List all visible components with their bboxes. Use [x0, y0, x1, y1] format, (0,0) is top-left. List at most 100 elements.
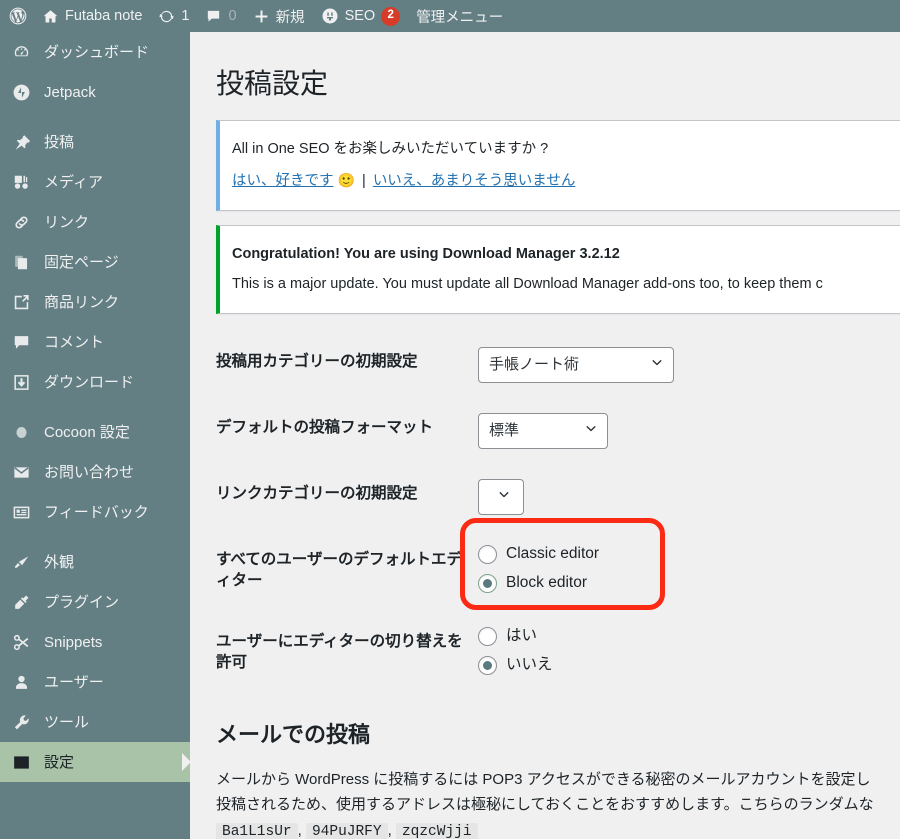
new-content-label: 新規 [275, 9, 305, 26]
sidebar-item-label: 投稿 [44, 133, 75, 151]
admin-menu-label: 管理メニュー [416, 9, 504, 26]
default-post-format-select-wrap: 標準 [478, 413, 608, 450]
random-code: Ba1L1sUr [216, 823, 298, 839]
mail-section-title: メールでの投稿 [216, 721, 371, 747]
comment-icon [10, 331, 32, 353]
comments-button[interactable]: 0 [197, 0, 244, 32]
default-editor-control-cell: Classic editor Block editor [478, 530, 900, 612]
code-separator: , [297, 822, 302, 839]
sidebar-item-label: リンク [44, 213, 90, 231]
sidebar-item-label: お問い合わせ [44, 463, 135, 481]
new-content-button[interactable]: 新規 [245, 0, 313, 32]
form-row-default-link-category: リンクカテゴリーの初期設定 [216, 464, 900, 530]
admin-bar: Futaba note 1 0 新規 SEO 2 管理メニュー [0, 0, 900, 32]
default-link-category-select-wrap [478, 479, 524, 516]
sidebar-item-plugins[interactable]: プラグイン [0, 582, 190, 622]
sidebar-item-label: ダッシュボード [44, 43, 150, 61]
aioseo-icon [321, 7, 339, 25]
sidebar-item-jetpack[interactable]: Jetpack [0, 72, 190, 112]
allow-editor-switch-control-cell: はい いいえ [478, 612, 900, 694]
external-link-icon [10, 291, 32, 313]
random-codes-line: Ba1L1sUr, 94PuJRFY, zqzcWjji [216, 818, 900, 839]
default-category-control-cell: 手帳ノート術 [478, 332, 900, 398]
mail-icon [10, 461, 32, 483]
sidebar-item-users[interactable]: ユーザー [0, 662, 190, 702]
dashboard-icon [10, 41, 32, 63]
site-name-button[interactable]: Futaba note [34, 0, 150, 32]
sidebar-item-label: 設定 [44, 753, 75, 771]
sidebar-item-contact[interactable]: お問い合わせ [0, 452, 190, 492]
link-icon [10, 211, 32, 233]
comment-bubble-icon [205, 8, 222, 25]
sidebar-item-downloads[interactable]: ダウンロード [0, 362, 190, 402]
sidebar-item-label: コメント [44, 333, 105, 351]
settings-icon [10, 751, 32, 773]
mail-desc-line-2: 投稿されるため、使用するアドレスは極秘にしておくことをおすすめします。こちらのラ… [216, 796, 874, 814]
main-content-area: 投稿設定 All in One SEO をお楽しみいただいていますか ? はい、… [190, 32, 900, 839]
radio-checked-icon[interactable] [478, 574, 497, 594]
radio-option-no[interactable]: いいえ [478, 655, 900, 675]
sidebar-item-product-links[interactable]: 商品リンク [0, 282, 190, 322]
radio-unchecked-icon[interactable] [478, 545, 497, 565]
sidebar-item-tools[interactable]: ツール [0, 702, 190, 742]
sidebar-item-label: ツール [44, 713, 90, 731]
radio-option-yes[interactable]: はい [478, 626, 900, 646]
sidebar-item-label: Snippets [44, 633, 103, 651]
seo-menu-button[interactable]: SEO 2 [313, 0, 409, 32]
default-post-format-control-cell: 標準 [478, 398, 900, 464]
radio-label: はい [506, 627, 538, 645]
radio-option-block-editor[interactable]: Block editor [478, 574, 900, 594]
radio-option-classic-editor[interactable]: Classic editor [478, 545, 900, 565]
random-code: zqzcWjji [395, 823, 478, 839]
admin-sidebar-menu: ダッシュボード Jetpack 投稿 メディア リンク 固定ページ 商品リンク … [0, 32, 190, 839]
default-post-format-select[interactable]: 標準 [478, 413, 608, 450]
form-row-allow-editor-switch: ユーザーにエディターの切り替えを許可 はい いいえ [216, 612, 900, 694]
sidebar-item-media[interactable]: メディア [0, 162, 190, 202]
sidebar-item-pages[interactable]: 固定ページ [0, 242, 190, 282]
radio-unchecked-icon[interactable] [478, 626, 497, 646]
default-link-category-select[interactable] [478, 479, 524, 516]
pages-icon [10, 251, 32, 273]
sidebar-item-settings[interactable]: 設定 [0, 742, 190, 782]
sidebar-item-feedback[interactable]: フィードバック [0, 492, 190, 532]
default-category-select[interactable]: 手帳ノート術 [478, 347, 674, 384]
sidebar-item-links[interactable]: リンク [0, 202, 190, 242]
sidebar-item-label: Jetpack [44, 83, 96, 101]
code-separator: , [387, 822, 392, 839]
default-editor-label: すべてのユーザーのデフォルトエディター [216, 551, 462, 590]
brush-icon [10, 551, 32, 573]
sidebar-item-label: 外観 [44, 553, 75, 571]
sidebar-item-dashboard[interactable]: ダッシュボード [0, 32, 190, 72]
allow-editor-switch-label: ユーザーにエディターの切り替えを許可 [216, 632, 463, 671]
wordpress-logo-button[interactable] [0, 0, 34, 32]
form-row-default-editor: すべてのユーザーのデフォルトエディター Classic editor Block… [216, 530, 900, 612]
aioseo-yes-link[interactable]: はい、好きです [232, 173, 334, 189]
sidebar-item-posts[interactable]: 投稿 [0, 122, 190, 162]
sidebar-separator [0, 112, 190, 122]
sidebar-item-appearance[interactable]: 外観 [0, 542, 190, 582]
post-settings-form-table: 投稿用カテゴリーの初期設定 手帳ノート術 デフォルトの投稿フォーマット 標準 リ… [216, 332, 900, 694]
sidebar-item-comments[interactable]: コメント [0, 322, 190, 362]
download-manager-notice: Congratulation! You are using Download M… [216, 224, 900, 315]
user-icon [10, 671, 32, 693]
seo-notification-badge: 2 [381, 6, 401, 26]
update-refresh-icon [158, 8, 175, 25]
sidebar-item-label: ダウンロード [44, 373, 135, 391]
admin-menu-button[interactable]: 管理メニュー [408, 0, 511, 32]
aioseo-no-link[interactable]: いいえ、あまりそう思いません [373, 173, 576, 189]
updates-button[interactable]: 1 [150, 0, 197, 32]
default-category-label: 投稿用カテゴリーの初期設定 [216, 353, 418, 371]
site-name-label: Futaba note [65, 8, 143, 24]
pin-icon [10, 131, 32, 153]
scissors-icon [10, 631, 32, 653]
allow-editor-switch-radio-group: はい いいえ [478, 626, 900, 675]
aioseo-notice: All in One SEO をお楽しみいただいていますか ? はい、好きです … [216, 120, 900, 211]
mail-desc-line-1: メールから WordPress に投稿するには POP3 アクセスができる秘密の… [216, 770, 871, 788]
link-separator: | [362, 172, 366, 189]
feedback-icon [10, 501, 32, 523]
page-title: 投稿設定 [216, 68, 329, 99]
sidebar-item-snippets[interactable]: Snippets [0, 622, 190, 662]
radio-checked-icon[interactable] [478, 655, 497, 675]
sidebar-item-cocoon-settings[interactable]: Cocoon 設定 [0, 412, 190, 452]
form-row-default-category: 投稿用カテゴリーの初期設定 手帳ノート術 [216, 332, 900, 398]
